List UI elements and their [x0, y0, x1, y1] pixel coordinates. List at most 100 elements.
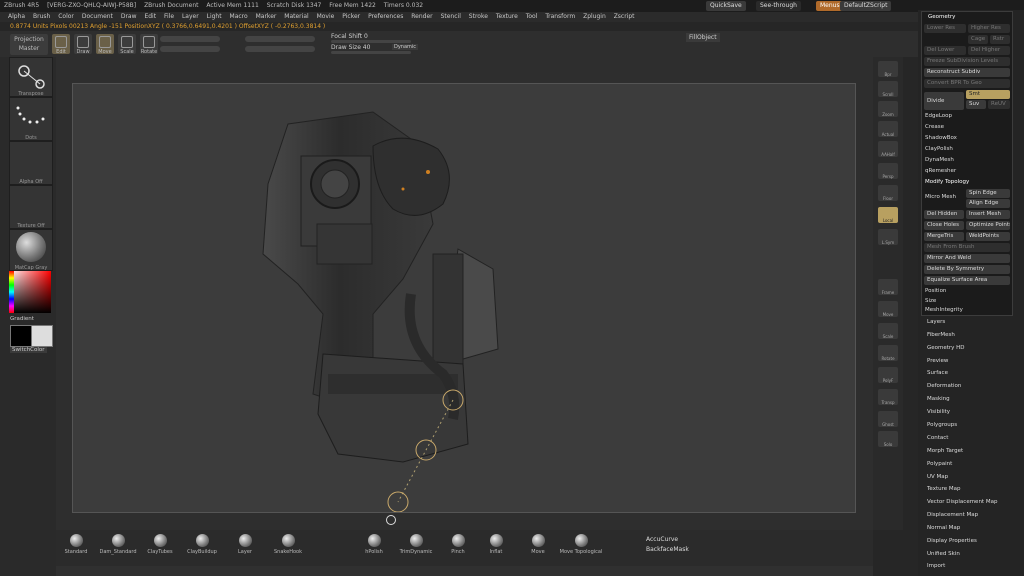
merge-tris-button[interactable]: MergeTris	[924, 232, 964, 241]
menu-file[interactable]: File	[164, 13, 174, 20]
convert-bpr-button[interactable]: Convert BPR To Geo	[924, 79, 1010, 88]
menu-render[interactable]: Render	[411, 13, 432, 20]
focal-shift-slider[interactable]	[331, 40, 411, 43]
local-button[interactable]: Local	[878, 207, 898, 223]
polyf-button[interactable]: PolyF	[878, 367, 898, 383]
micro-mesh-label[interactable]: Micro Mesh	[925, 193, 956, 202]
suv-toggle[interactable]: Suv	[966, 100, 986, 109]
meshintegrity-subpalette[interactable]: MeshIntegrity	[925, 306, 963, 315]
brush-claybuildup[interactable]: ClayBuildup	[182, 534, 222, 555]
brush-hpolish[interactable]: hPolish	[354, 534, 394, 555]
tool-menu-deformation[interactable]: Deformation	[927, 383, 961, 389]
menu-movie[interactable]: Movie	[317, 13, 335, 20]
modify-topology-subpalette[interactable]: Modify Topology	[925, 178, 969, 187]
tool-menu-uv-map[interactable]: UV Map	[927, 474, 948, 480]
tool-menu-morph-target[interactable]: Morph Target	[927, 448, 963, 454]
menu-zplugin[interactable]: Zplugin	[583, 13, 606, 20]
lower-res-button[interactable]: Lower Res	[924, 24, 966, 33]
menu-macro[interactable]: Macro	[230, 13, 248, 20]
mesh-from-brush-button[interactable]: Mesh From Brush	[924, 243, 1010, 252]
secondary-color-swatch[interactable]	[31, 325, 53, 347]
menu-color[interactable]: Color	[58, 13, 74, 20]
rgb-intensity-slider[interactable]	[160, 46, 220, 52]
tool-menu-polygroups[interactable]: Polygroups	[927, 422, 957, 428]
edgeloop-subpalette[interactable]: EdgeLoop	[925, 112, 952, 121]
draw-size-slider[interactable]	[331, 51, 411, 54]
fill-object-button[interactable]: FillObject	[686, 33, 720, 42]
edit-button[interactable]: Edit	[52, 34, 70, 55]
default-zscript-button[interactable]: DefaultZScript	[840, 1, 892, 11]
backface-mask-toggle[interactable]: BackfaceMask	[646, 546, 689, 553]
see-through-slider[interactable]: See-through	[756, 1, 801, 11]
tool-menu-fibermesh[interactable]: FiberMesh	[927, 332, 955, 338]
tool-menu-unified-skin[interactable]: Unified Skin	[927, 551, 960, 557]
menu-brush[interactable]: Brush	[33, 13, 50, 20]
menu-marker[interactable]: Marker	[256, 13, 277, 20]
menu-light[interactable]: Light	[207, 13, 222, 20]
tool-menu-normal-map[interactable]: Normal Map	[927, 525, 960, 531]
menu-stencil[interactable]: Stencil	[441, 13, 461, 20]
brush-move-topological[interactable]: Move Topological	[558, 534, 604, 555]
zoom-button[interactable]: Zoom	[878, 101, 898, 117]
divide-button[interactable]: Divide	[924, 92, 964, 110]
z-intensity-slider[interactable]	[245, 46, 315, 52]
insert-mesh-button[interactable]: Insert Mesh	[966, 210, 1010, 219]
projection-master-button[interactable]: Projection Master	[10, 34, 48, 55]
menu-texture[interactable]: Texture	[496, 13, 518, 20]
menu-material[interactable]: Material	[284, 13, 308, 20]
tool-menu-surface[interactable]: Surface	[927, 370, 948, 376]
menu-tool[interactable]: Tool	[526, 13, 538, 20]
scroll-button[interactable]: Scroll	[878, 81, 898, 97]
weld-points-button[interactable]: WeldPoints	[966, 232, 1010, 241]
material-button[interactable]: MatCap Gray	[9, 229, 53, 271]
rotate-view-button[interactable]: Rotate	[878, 345, 898, 361]
menu-layer[interactable]: Layer	[182, 13, 199, 20]
dynamic-toggle[interactable]: Dynamic	[392, 44, 419, 50]
ghost-button[interactable]: Ghost	[878, 411, 898, 427]
color-picker[interactable]	[9, 271, 51, 313]
transpose-button[interactable]: Transpose	[9, 57, 53, 97]
aahalf-button[interactable]: AAHalf	[878, 141, 898, 157]
document-canvas[interactable]	[72, 83, 856, 513]
del-hidden-button[interactable]: Del Hidden	[924, 210, 964, 219]
transp-button[interactable]: Transp	[878, 389, 898, 405]
smt-toggle[interactable]: Smt	[966, 90, 1010, 99]
brush-pinch[interactable]: Pinch	[438, 534, 478, 555]
brush-move[interactable]: Move	[518, 534, 558, 555]
brush-trimdynamic[interactable]: TrimDynamic	[396, 534, 436, 555]
menu-preferences[interactable]: Preferences	[368, 13, 403, 20]
close-holes-button[interactable]: Close Holes	[924, 221, 964, 230]
lsym-button[interactable]: L.Sym	[878, 229, 898, 245]
main-color-swatch[interactable]	[10, 325, 32, 347]
floor-button[interactable]: Floor	[878, 185, 898, 201]
higher-res-button[interactable]: Higher Res	[968, 24, 1010, 33]
stroke-dots-button[interactable]: Dots	[9, 97, 53, 141]
scale-view-button[interactable]: Scale	[878, 323, 898, 339]
tool-menu-layers[interactable]: Layers	[927, 319, 945, 325]
menu-document[interactable]: Document	[82, 13, 113, 20]
brush-snakehook[interactable]: SnakeHook	[268, 534, 308, 555]
rotate-button[interactable]: Rotate	[140, 34, 158, 55]
tool-menu-vector-displacement-map[interactable]: Vector Displacement Map	[927, 499, 997, 505]
rstr-button[interactable]: Rstr	[990, 35, 1010, 44]
tool-menu-polypaint[interactable]: Polypaint	[927, 461, 952, 467]
tool-menu-masking[interactable]: Masking	[927, 396, 950, 402]
brush-dam-standard[interactable]: Dam_Standard	[98, 534, 138, 555]
hue-strip[interactable]	[9, 271, 14, 313]
brush-standard[interactable]: Standard	[56, 534, 96, 555]
dynamesh-subpalette[interactable]: DynaMesh	[925, 156, 954, 165]
mrgb-slider[interactable]	[160, 36, 220, 42]
tool-menu-texture-map[interactable]: Texture Map	[927, 486, 961, 492]
menu-alpha[interactable]: Alpha	[8, 13, 25, 20]
equalize-surface-area-button[interactable]: Equalize Surface Area	[924, 276, 1010, 285]
optimize-points-button[interactable]: Optimize Points	[966, 221, 1010, 230]
switch-color-button[interactable]: SwitchColor	[10, 347, 47, 353]
move-button[interactable]: Move	[96, 34, 114, 55]
tool-menu-displacement-map[interactable]: Displacement Map	[927, 512, 978, 518]
claypolish-subpalette[interactable]: ClayPolish	[925, 145, 953, 154]
delete-by-symmetry-button[interactable]: Delete By Symmetry	[924, 265, 1010, 274]
reconstruct-subdiv-button[interactable]: Reconstruct Subdiv	[924, 68, 1010, 77]
tool-menu-contact[interactable]: Contact	[927, 435, 948, 441]
actual-button[interactable]: Actual	[878, 121, 898, 137]
bpr-button[interactable]: Bpr	[878, 61, 898, 77]
